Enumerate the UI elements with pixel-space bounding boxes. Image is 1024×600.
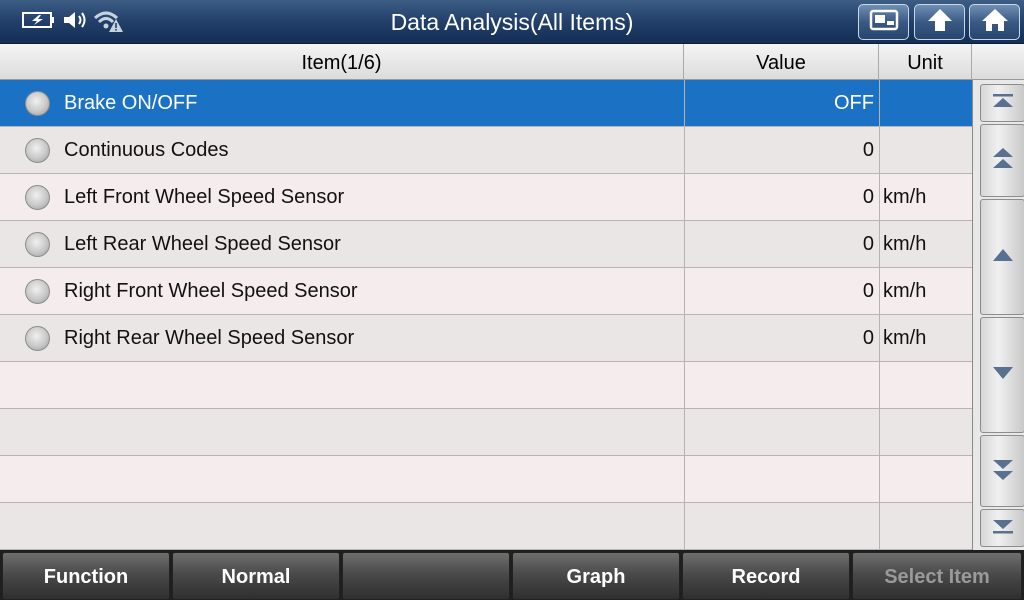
scrollbar[interactable] bbox=[972, 80, 1024, 550]
scroll-down-button[interactable] bbox=[980, 317, 1024, 433]
home-button[interactable] bbox=[969, 4, 1020, 40]
item-unit: km/h bbox=[879, 268, 971, 314]
double-chevron-up-icon bbox=[991, 146, 1015, 176]
empty-row bbox=[0, 503, 972, 550]
empty-row bbox=[0, 362, 972, 409]
item-name: Left Front Wheel Speed Sensor bbox=[64, 186, 345, 208]
scroll-top-button[interactable] bbox=[980, 84, 1024, 122]
empty-unit-cell bbox=[879, 456, 971, 502]
radio-button[interactable] bbox=[25, 91, 50, 116]
item-name: Right Front Wheel Speed Sensor bbox=[64, 280, 358, 302]
item-value: OFF bbox=[684, 80, 874, 126]
empty-value-cell bbox=[684, 456, 874, 502]
item-value: 0 bbox=[684, 221, 874, 267]
column-header-unit: Unit bbox=[879, 44, 972, 80]
item-value: 0 bbox=[684, 315, 874, 361]
blank-button[interactable] bbox=[342, 552, 510, 600]
empty-row bbox=[0, 456, 972, 503]
scroll-bottom-button[interactable] bbox=[980, 509, 1024, 547]
empty-unit-cell bbox=[879, 409, 971, 455]
page-down-button[interactable] bbox=[980, 435, 1024, 507]
scroll-up-button[interactable] bbox=[980, 199, 1024, 315]
item-value: 0 bbox=[684, 174, 874, 220]
record-button[interactable]: Record bbox=[682, 552, 850, 600]
item-unit: km/h bbox=[879, 221, 971, 267]
radio-button[interactable] bbox=[25, 232, 50, 257]
column-header-value: Value bbox=[684, 44, 879, 80]
table-row[interactable]: Right Front Wheel Speed Sensor 0 km/h bbox=[0, 268, 972, 315]
item-name: Continuous Codes bbox=[64, 139, 229, 161]
radio-button[interactable] bbox=[25, 326, 50, 351]
bottom-toolbar: Function Normal Graph Record Select Item bbox=[0, 550, 1024, 600]
table-row[interactable]: Brake ON/OFF OFF bbox=[0, 80, 972, 127]
table-row[interactable]: Continuous Codes 0 bbox=[0, 127, 972, 174]
double-chevron-down-icon bbox=[991, 456, 1015, 486]
empty-value-cell bbox=[684, 362, 874, 408]
item-unit bbox=[879, 80, 971, 126]
table-row[interactable]: Left Rear Wheel Speed Sensor 0 km/h bbox=[0, 221, 972, 268]
normal-button[interactable]: Normal bbox=[172, 552, 340, 600]
page-up-button[interactable] bbox=[980, 124, 1024, 197]
back-button[interactable] bbox=[914, 4, 965, 40]
graph-button[interactable]: Graph bbox=[512, 552, 680, 600]
item-unit bbox=[879, 127, 971, 173]
empty-row bbox=[0, 409, 972, 456]
scroll-to-top-icon bbox=[991, 93, 1015, 113]
radio-button[interactable] bbox=[25, 138, 50, 163]
scroll-to-bottom-icon bbox=[991, 518, 1015, 538]
empty-unit-cell bbox=[879, 503, 971, 549]
item-value: 0 bbox=[684, 268, 874, 314]
triangle-up-icon bbox=[991, 247, 1015, 267]
radio-button[interactable] bbox=[25, 185, 50, 210]
column-header-spacer bbox=[972, 44, 1024, 80]
column-header-item: Item(1/6) bbox=[0, 44, 684, 80]
item-name: Left Rear Wheel Speed Sensor bbox=[64, 233, 341, 255]
home-icon bbox=[980, 7, 1010, 37]
item-unit: km/h bbox=[879, 315, 971, 361]
screenshot-icon bbox=[869, 9, 899, 35]
table-row[interactable]: Right Rear Wheel Speed Sensor 0 km/h bbox=[0, 315, 972, 362]
app-window: Data Analysis(All Items) Item(1/6) Value… bbox=[0, 0, 1024, 600]
empty-value-cell bbox=[684, 409, 874, 455]
empty-value-cell bbox=[684, 503, 874, 549]
title-bar: Data Analysis(All Items) bbox=[0, 0, 1024, 44]
triangle-down-icon bbox=[991, 365, 1015, 385]
item-value: 0 bbox=[684, 127, 874, 173]
radio-button[interactable] bbox=[25, 279, 50, 304]
function-button[interactable]: Function bbox=[2, 552, 170, 600]
table-header: Item(1/6) Value Unit bbox=[0, 44, 1024, 80]
empty-unit-cell bbox=[879, 362, 971, 408]
item-name: Right Rear Wheel Speed Sensor bbox=[64, 327, 355, 349]
data-table: Brake ON/OFF OFF Continuous Codes 0 Left… bbox=[0, 80, 972, 550]
item-name: Brake ON/OFF bbox=[64, 92, 198, 114]
select-item-button[interactable]: Select Item bbox=[852, 552, 1022, 600]
table-row[interactable]: Left Front Wheel Speed Sensor 0 km/h bbox=[0, 174, 972, 221]
back-icon bbox=[926, 7, 954, 37]
screenshot-button[interactable] bbox=[858, 4, 909, 40]
item-unit: km/h bbox=[879, 174, 971, 220]
